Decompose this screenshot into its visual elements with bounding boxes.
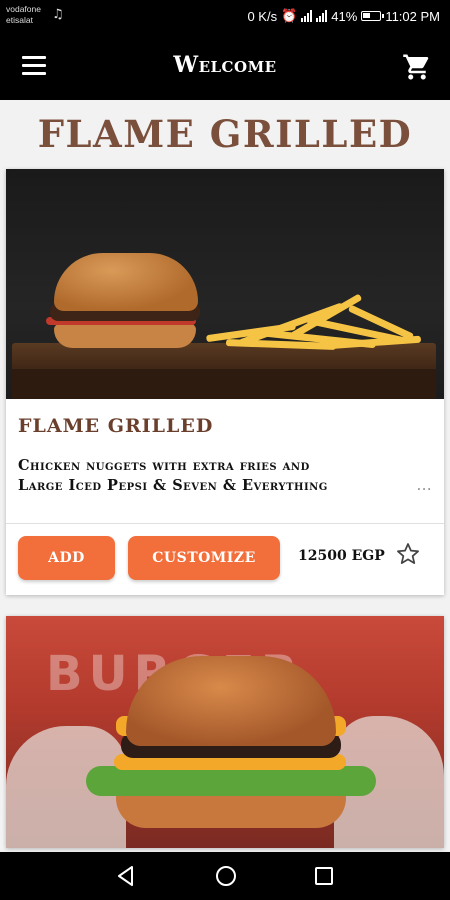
product-image: BURGER <box>6 616 444 848</box>
description-line-1: Chicken nuggets with extra fries and <box>18 457 310 474</box>
burger-bun-bottom <box>54 324 196 348</box>
battery-icon <box>361 11 385 21</box>
product-title: FLAME GRILLED <box>18 415 214 437</box>
customize-button[interactable]: CUSTOMIZE <box>128 536 280 580</box>
product-price: 12500 EGP <box>298 548 385 564</box>
burger-bun-top <box>126 656 336 746</box>
network-speed: 0 K/s <box>247 8 278 24</box>
signal-icon-2 <box>316 10 328 22</box>
description-ellipsis: ... <box>416 478 432 494</box>
recent-apps-icon[interactable] <box>314 866 334 886</box>
french-fries <box>196 293 426 350</box>
carrier-name-1: vodafone <box>6 4 41 14</box>
product-card[interactable]: FLAME GRILLED Chicken nuggets with extra… <box>6 169 444 595</box>
status-bar: vodafone etisalat ♫ 0 K/s ⏰ 41% 11:02 PM <box>0 0 450 32</box>
clock: 11:02 PM <box>385 8 440 24</box>
card-divider <box>6 523 444 524</box>
add-button[interactable]: ADD <box>18 536 115 580</box>
burger-bun-top <box>54 253 198 311</box>
page-heading: FLAME GRILLED <box>37 112 413 156</box>
product-card[interactable]: BURGER <box>6 616 444 848</box>
product-description: Chicken nuggets with extra fries and Lar… <box>18 456 432 496</box>
carrier-name-2: etisalat <box>6 15 33 25</box>
battery-percent: 41% <box>331 8 358 24</box>
home-icon[interactable] <box>215 865 237 887</box>
shopping-cart-icon[interactable] <box>402 52 432 82</box>
alarm-icon: ⏰ <box>281 8 298 23</box>
back-icon[interactable] <box>116 865 136 887</box>
signal-icon-1 <box>301 10 313 22</box>
star-outline-icon[interactable] <box>395 541 421 567</box>
status-indicators: 0 K/s ⏰ 41% 11:02 PM <box>247 8 440 24</box>
product-image <box>6 169 444 399</box>
app-title: Welcome <box>173 52 277 78</box>
burger-lettuce <box>86 766 376 796</box>
description-line-2: Large Iced Pepsi & Seven & Everything <box>18 477 328 494</box>
carrier-info: vodafone etisalat <box>6 4 41 26</box>
app-bar: Welcome <box>0 32 450 100</box>
music-note-icon: ♫ <box>52 7 64 22</box>
system-nav-bar <box>0 852 450 900</box>
wooden-board-edge <box>12 369 436 399</box>
